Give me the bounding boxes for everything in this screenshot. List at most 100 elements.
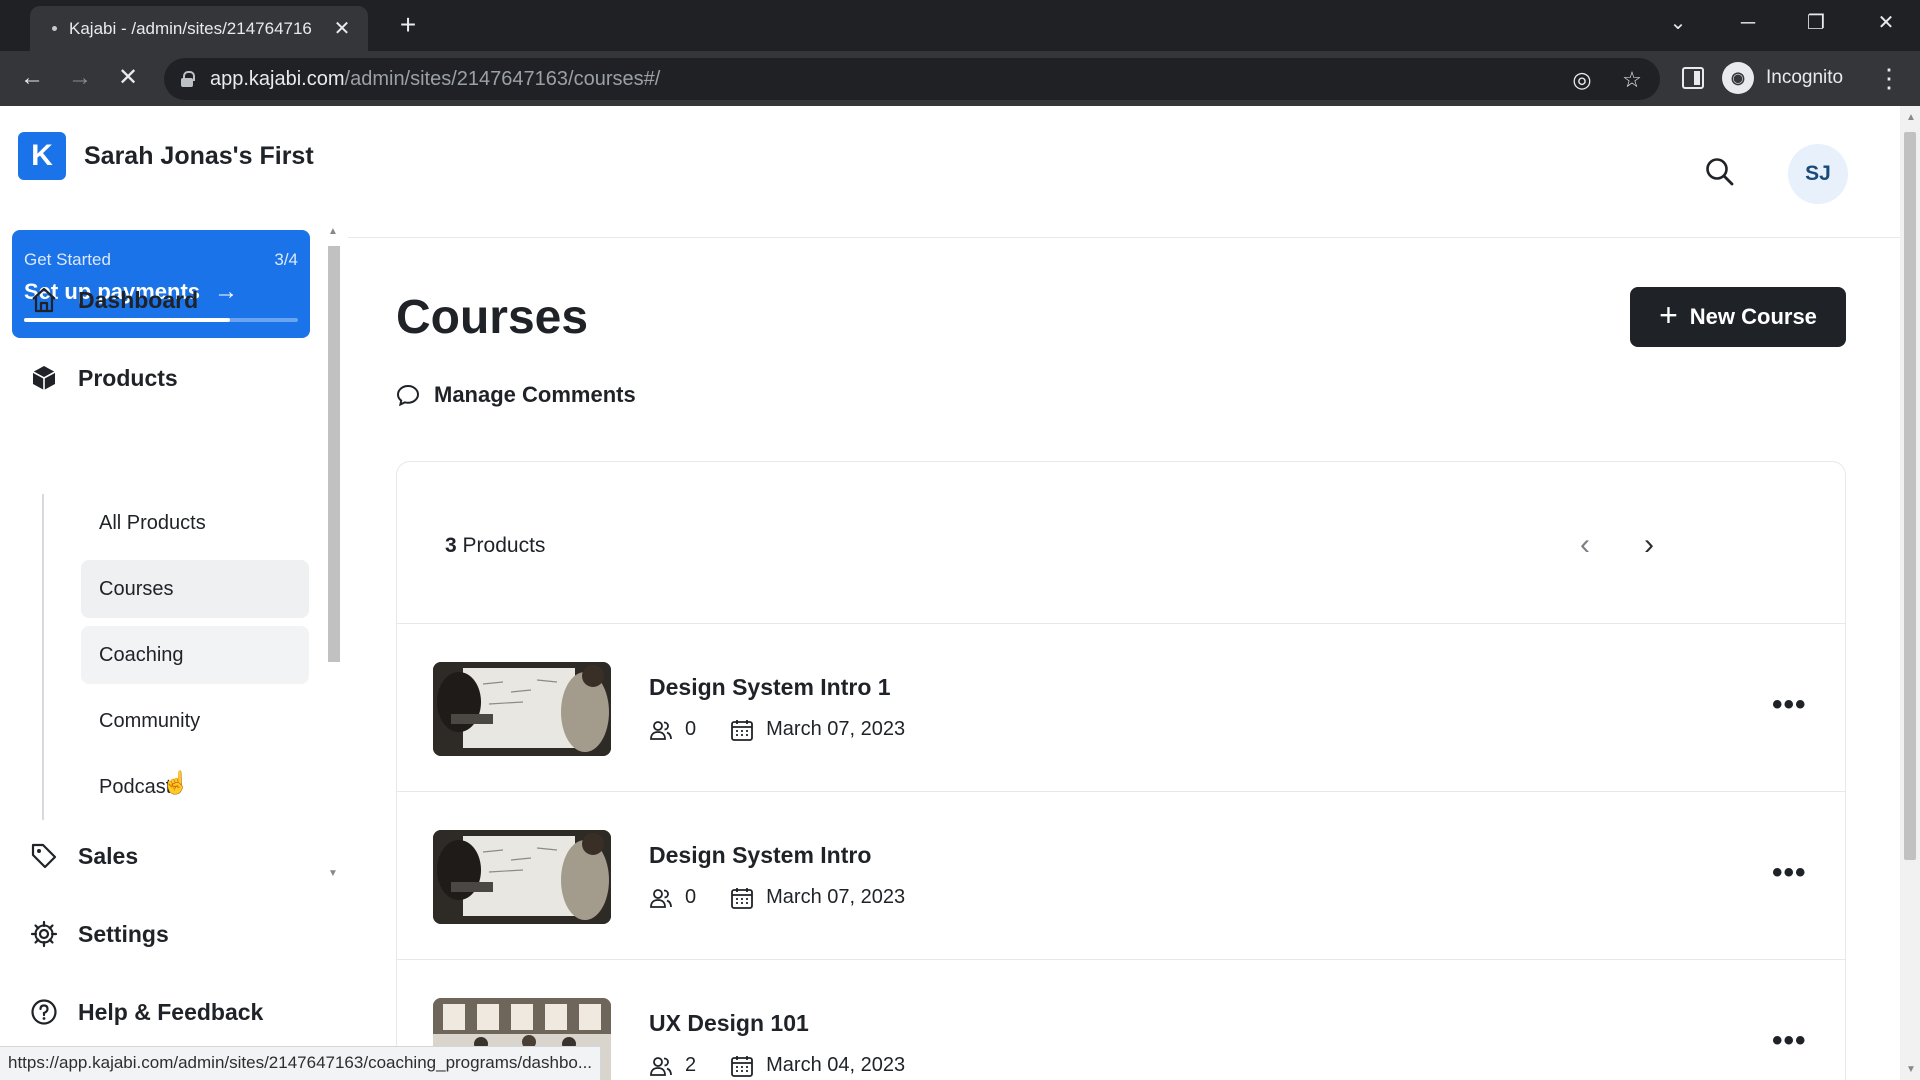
page-scroll-up-arrow-icon[interactable]: ▲ — [1906, 112, 1916, 123]
browser-tab-strip: Kajabi - /admin/sites/214764716 ✕ + ⌄ ─ … — [0, 0, 1920, 51]
back-button[interactable]: ← — [14, 60, 50, 96]
product-count: 3 Products — [445, 534, 546, 557]
nav-dashboard[interactable]: Dashboard — [28, 284, 198, 316]
course-member-count: 0 — [685, 718, 697, 740]
sidebar-item-courses[interactable]: Courses — [81, 560, 309, 618]
course-date: March 07, 2023 — [766, 718, 906, 740]
arrow-right-icon: → — [214, 278, 239, 305]
new-tab-button[interactable]: + — [392, 10, 424, 42]
scroll-up-arrow-icon[interactable]: ▲ — [328, 226, 338, 237]
tag-icon — [28, 840, 60, 872]
browser-menu-icon[interactable]: ⋮ — [1876, 61, 1902, 95]
browser-toolbar: ← → ✕ app.kajabi.com/admin/sites/2147647… — [0, 51, 1920, 106]
manage-comments-label: Manage Comments — [434, 382, 636, 407]
sidebar: K Sarah Jonas's First Get Started 3/4 Se… — [0, 106, 346, 1080]
list-item[interactable]: Design System Intro 0 March 07, 2023 ••• — [397, 792, 1845, 960]
side-panel-icon[interactable] — [1682, 67, 1704, 89]
tab-loading-indicator — [52, 26, 57, 31]
products-list-card: 3 Products ‹ › Design System Intro 1 0 M… — [396, 461, 1846, 1080]
course-thumbnail — [433, 662, 611, 756]
restore-button[interactable]: ❐ — [1796, 6, 1836, 40]
list-item[interactable]: Design System Intro 1 0 March 07, 2023 •… — [397, 624, 1845, 792]
plus-icon: + — [1659, 297, 1678, 333]
user-avatar[interactable]: SJ — [1788, 144, 1848, 204]
course-member-count: 0 — [685, 886, 697, 908]
tracking-protection-icon[interactable]: ◎ — [1568, 66, 1596, 94]
gear-icon — [28, 918, 60, 950]
nav-settings-label: Settings — [78, 920, 169, 947]
close-window-button[interactable]: ✕ — [1866, 6, 1906, 40]
browser-tab[interactable]: Kajabi - /admin/sites/214764716 ✕ — [30, 6, 368, 51]
box-icon — [28, 362, 60, 394]
lock-icon[interactable] — [180, 71, 195, 87]
course-title[interactable]: UX Design 101 — [649, 1010, 809, 1037]
bookmark-star-icon[interactable]: ☆ — [1618, 66, 1646, 94]
nav-products[interactable]: Products — [28, 362, 178, 394]
sidebar-item-podcasts[interactable]: Podcasts — [81, 758, 309, 816]
tab-title: Kajabi - /admin/sites/214764716 — [69, 18, 312, 38]
sidebar-item-all-products[interactable]: All Products — [81, 494, 309, 552]
course-date: March 07, 2023 — [766, 886, 906, 908]
kajabi-logo: K — [18, 132, 66, 180]
nav-sales-label: Sales — [78, 842, 139, 869]
tab-close-icon[interactable]: ✕ — [330, 16, 354, 41]
link-preview-status-bar: https://app.kajabi.com/admin/sites/21476… — [0, 1046, 602, 1080]
course-thumbnail — [433, 830, 611, 924]
course-meta: 0 March 07, 2023 — [649, 718, 905, 741]
forward-button[interactable]: → — [62, 60, 98, 96]
course-title[interactable]: Design System Intro 1 — [649, 674, 891, 701]
calendar-icon — [731, 1055, 754, 1077]
help-circle-icon — [28, 996, 60, 1028]
page-scrollbar[interactable]: ▲ ▼ — [1900, 106, 1920, 1080]
site-name: Sarah Jonas's First — [84, 141, 314, 170]
minimize-button[interactable]: ─ — [1728, 6, 1768, 40]
sidebar-item-community[interactable]: Community — [81, 692, 309, 750]
calendar-icon — [731, 887, 754, 909]
course-title[interactable]: Design System Intro — [649, 842, 871, 869]
members-icon — [650, 888, 672, 908]
comment-icon — [396, 384, 420, 406]
submenu-guide-line — [42, 494, 44, 820]
main-content: SJ Courses + New Course Manage Comments … — [348, 106, 1900, 1080]
members-icon — [650, 1056, 672, 1076]
get-started-progress-bar — [24, 318, 298, 322]
nav-sales[interactable]: Sales — [28, 840, 138, 872]
incognito-profile-button[interactable]: ◉ Incognito — [1722, 57, 1843, 99]
nav-settings[interactable]: Settings — [28, 918, 169, 950]
manage-comments-link[interactable]: Manage Comments — [396, 382, 636, 408]
course-meta: 2 March 04, 2023 — [649, 1054, 905, 1077]
incognito-label: Incognito — [1766, 67, 1844, 88]
incognito-icon: ◉ — [1722, 62, 1754, 94]
scroll-down-arrow-icon[interactable]: ▼ — [328, 868, 338, 879]
home-icon — [28, 284, 60, 316]
pointer-cursor-icon: ☝ — [162, 770, 190, 795]
list-item[interactable]: UX Design 101 2 March 04, 2023 ••• — [397, 960, 1845, 1080]
page-scroll-thumb[interactable] — [1904, 132, 1916, 860]
get-started-progress-text: 3/4 — [274, 250, 298, 269]
more-options-icon[interactable]: ••• — [1772, 688, 1807, 722]
next-page-chevron-icon[interactable]: › — [1631, 528, 1667, 564]
more-options-icon[interactable]: ••• — [1772, 856, 1807, 890]
get-started-label: Get Started — [24, 250, 111, 269]
page-scroll-down-arrow-icon[interactable]: ▼ — [1906, 1064, 1916, 1075]
get-started-progress-fill — [24, 318, 230, 322]
nav-help-label: Help & Feedback — [78, 998, 264, 1025]
course-member-count: 2 — [685, 1054, 697, 1076]
sidebar-item-coaching[interactable]: Coaching — [81, 626, 309, 684]
nav-dashboard-label: Dashboard — [78, 286, 199, 313]
sidebar-scrollbar[interactable]: ▲ ▼ — [326, 222, 342, 882]
url-text: app.kajabi.com/admin/sites/2147647163/co… — [210, 67, 661, 90]
new-course-button[interactable]: + New Course — [1630, 287, 1846, 347]
more-options-icon[interactable]: ••• — [1772, 1024, 1807, 1058]
tab-search-chevron-icon[interactable]: ⌄ — [1658, 6, 1698, 40]
sidebar-scroll-thumb[interactable] — [328, 246, 340, 662]
stop-loading-button[interactable]: ✕ — [110, 60, 146, 96]
site-brand[interactable]: K Sarah Jonas's First — [18, 132, 314, 180]
members-icon — [650, 720, 672, 740]
calendar-icon — [731, 719, 754, 741]
address-bar[interactable]: app.kajabi.com/admin/sites/2147647163/co… — [164, 58, 1660, 100]
course-meta: 0 March 07, 2023 — [649, 886, 905, 909]
previous-page-chevron-icon[interactable]: ‹ — [1567, 528, 1603, 564]
search-icon[interactable] — [1704, 156, 1740, 192]
nav-help-feedback[interactable]: Help & Feedback — [28, 996, 263, 1028]
